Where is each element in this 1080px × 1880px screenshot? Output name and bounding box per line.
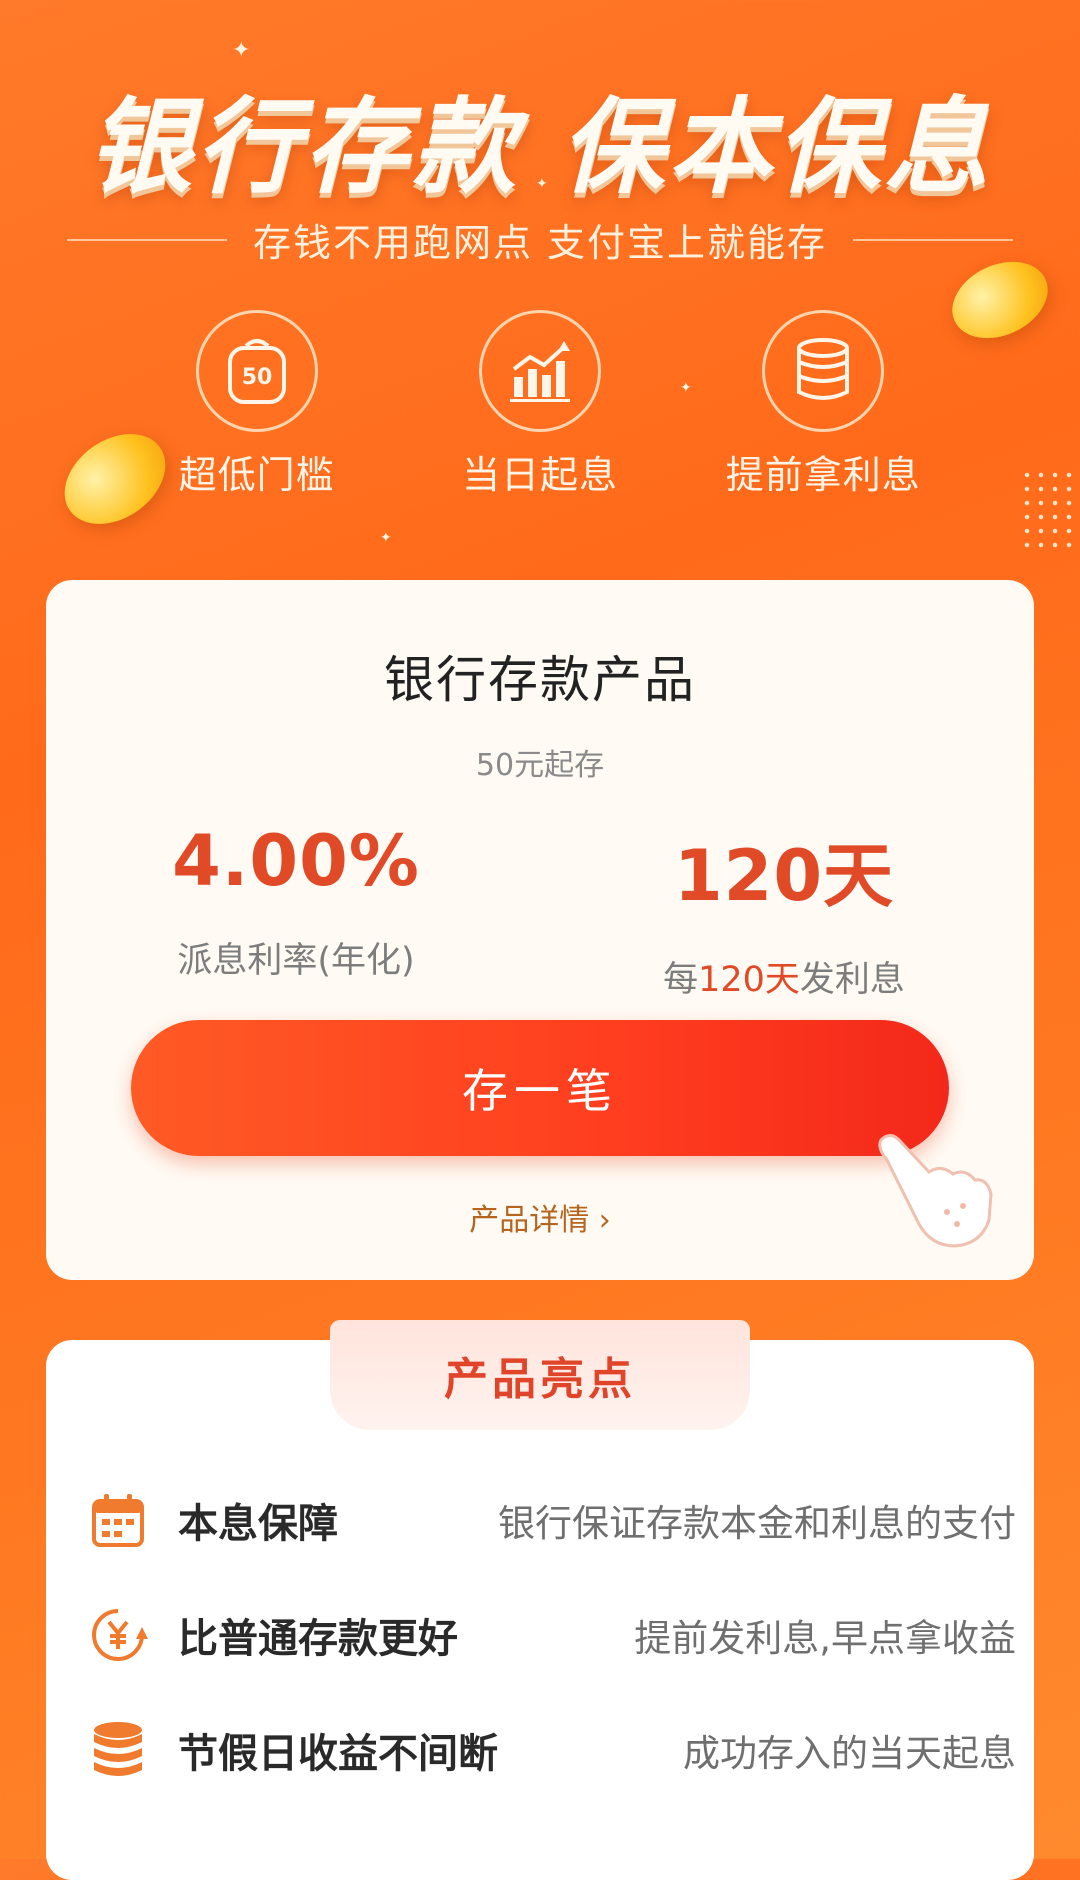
subheadline-row: 存钱不用跑网点 支付宝上就能存: [0, 212, 1080, 267]
feature-label: 当日起息: [461, 453, 618, 497]
hero-banner: ✦ ✦ ✦ ✦ 银行存款 保本保息 存钱不用跑网点 支付宝上就能存 50 超低门…: [0, 0, 1080, 560]
bag-50-icon: 50: [227, 339, 286, 404]
product-details-link[interactable]: 产品详情 ›: [46, 1195, 1034, 1239]
divider-line: [853, 238, 1014, 241]
period-label: 每120天发利息: [584, 951, 984, 1002]
sparkle-icon: ✦: [380, 530, 392, 546]
feature-icon-circle: [762, 310, 885, 432]
sparkle-icon: ✦: [232, 38, 251, 63]
feature-icon-circle: [478, 310, 601, 432]
deposit-button[interactable]: 存一笔: [131, 1020, 949, 1156]
feature-label: 提前拿利息: [725, 453, 921, 497]
rate-stat: 4.00% 派息利率(年化): [96, 820, 496, 983]
period-stat: 120天 每120天发利息: [584, 820, 984, 1002]
min-deposit-text: 50元起存: [475, 748, 605, 783]
rate-value: 4.00%: [172, 820, 420, 902]
highlights-ribbon: 产品亮点: [330, 1320, 750, 1430]
bag-badge-text: 50: [241, 365, 272, 390]
highlights-card: 产品亮点 本息保障 银行保证存款本金和利息的支付 比普通存款更好 提前发利息,早…: [46, 1320, 1034, 1880]
coin-stack-icon: [86, 1718, 150, 1782]
highlights-title: 产品亮点: [444, 1354, 636, 1405]
highlight-desc: 银行保证存款本金和利息的支付: [498, 1502, 1016, 1545]
period-value: 120天: [673, 835, 895, 917]
highlight-item: 本息保障 银行保证存款本金和利息的支付: [86, 1480, 1016, 1560]
rate-label: 派息利率(年化): [177, 941, 415, 981]
feature-early-interest: 提前拿利息: [703, 310, 943, 499]
period-label-prefix: 每: [663, 960, 699, 1000]
subheadline: 存钱不用跑网点 支付宝上就能存: [252, 221, 828, 265]
feature-low-threshold: 50 超低门槛: [137, 310, 377, 499]
feature-same-day-interest: 当日起息: [420, 310, 660, 499]
highlight-desc: 成功存入的当天起息: [683, 1732, 1016, 1775]
highlight-desc: 提前发利息,早点拿收益: [634, 1617, 1016, 1660]
growth-chart-icon: [509, 341, 570, 402]
feature-label: 超低门槛: [178, 453, 335, 497]
period-label-highlight: 120天: [698, 960, 800, 1000]
highlight-item: 比普通存款更好 提前发利息,早点拿收益: [86, 1595, 1016, 1675]
divider-line: [66, 238, 227, 241]
highlight-name: 节假日收益不间断: [178, 1731, 498, 1777]
product-title: 银行存款产品: [384, 651, 696, 709]
coin-stack-icon: [797, 338, 850, 400]
period-label-suffix: 发利息: [799, 960, 905, 1000]
calendar-icon: [86, 1488, 150, 1552]
page-headline: 银行存款 保本保息: [87, 86, 993, 208]
product-card: 银行存款产品 50元起存 4.00% 派息利率(年化) 120天 每120天发利…: [46, 580, 1034, 1280]
highlight-name: 比普通存款更好: [178, 1616, 458, 1662]
yuan-cycle-icon: [86, 1603, 150, 1667]
feature-icon-circle: 50: [195, 310, 318, 432]
feature-list: 50 超低门槛 当日起息 提前拿利息: [0, 310, 1080, 499]
highlight-name: 本息保障: [178, 1501, 338, 1547]
highlight-item: 节假日收益不间断 成功存入的当天起息: [86, 1710, 1016, 1790]
